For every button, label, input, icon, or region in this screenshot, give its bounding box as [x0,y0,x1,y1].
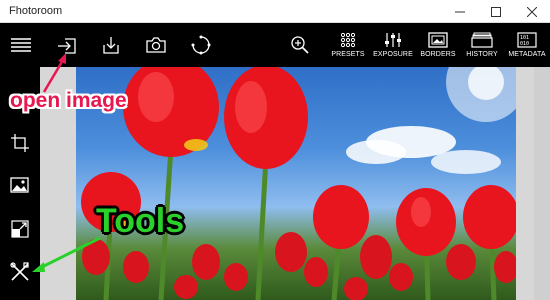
crop-icon [11,134,29,152]
zoom-in-icon [291,36,309,54]
rotate-button[interactable] [189,23,213,67]
maximize-icon [491,6,501,17]
grid-dots-icon [340,32,356,48]
close-button[interactable] [514,0,550,23]
tools-icon [10,262,29,281]
close-icon [527,6,537,17]
camera-button[interactable] [144,23,168,67]
open-image-button[interactable] [55,23,79,67]
exposure-label: EXPOSURE [373,51,413,58]
save-button[interactable] [99,23,123,67]
history-label: HISTORY [466,51,498,58]
picture-frame-icon [428,32,448,48]
tools-button[interactable] [8,260,32,284]
presets-label: PRESETS [331,51,365,58]
zoom-in-button[interactable] [288,23,312,67]
rotate-icon [191,35,211,55]
canvas-scroll-area[interactable] [534,67,550,300]
stacked-layers-icon [471,32,493,48]
metadata-button[interactable]: 101 010 METADATA [506,23,548,67]
top-toolbar: PRESETS EXPOSURE BORDERS HISTORY 101 010… [0,23,550,67]
tulip-photo [76,67,516,300]
image-effects-icon [10,177,29,193]
maximize-button[interactable] [478,0,514,23]
presets-button[interactable]: PRESETS [331,23,365,67]
borders-button[interactable]: BORDERS [418,23,458,67]
image-effects-button[interactable] [8,173,32,197]
svg-text:010: 010 [520,41,529,47]
window-title: Fhotoroom [9,5,63,17]
exposure-button[interactable]: EXPOSURE [373,23,413,67]
tools-annotation: Tools [96,202,185,240]
resize-icon [11,220,29,238]
menu-button[interactable] [10,23,32,67]
open-image-annotation: open image [10,89,127,112]
save-download-icon [103,37,119,54]
minimize-icon [455,11,465,12]
binary-data-icon: 101 010 [517,32,537,48]
open-image-icon [58,38,76,54]
camera-icon [146,37,166,53]
sliders-icon [385,33,401,47]
minimize-button[interactable] [442,0,478,23]
hamburger-menu-icon [11,38,31,52]
metadata-label: METADATA [508,51,546,58]
tulip-photo-art [81,67,516,300]
history-button[interactable]: HISTORY [462,23,502,67]
title-bar: Fhotoroom [0,0,550,23]
borders-label: BORDERS [420,51,456,58]
resize-button[interactable] [8,217,32,241]
crop-button[interactable] [8,131,32,155]
